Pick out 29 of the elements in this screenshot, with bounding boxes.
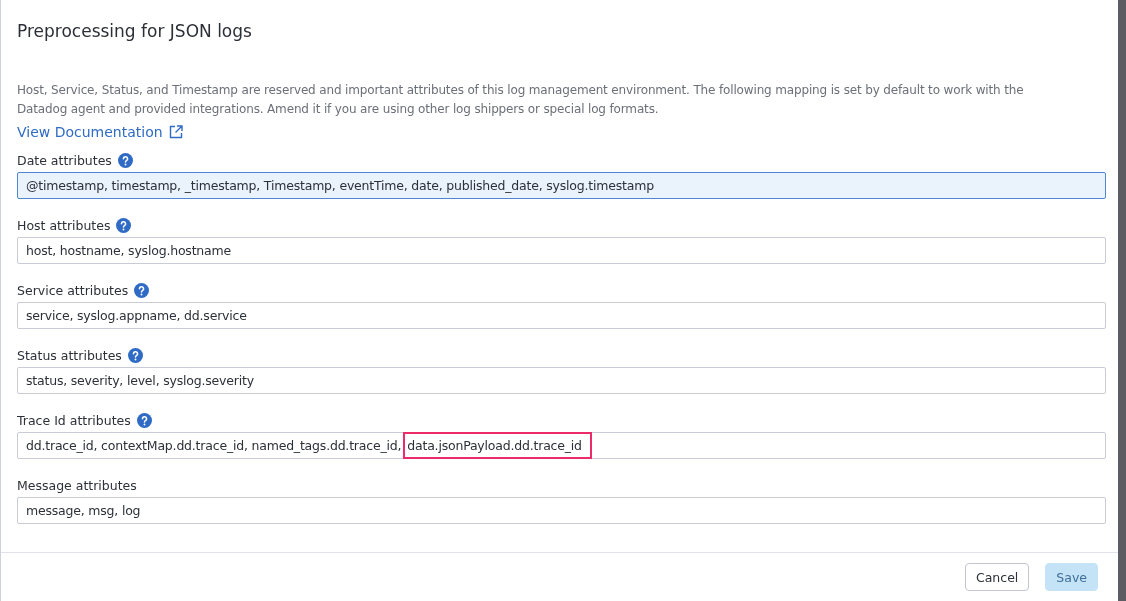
input-field[interactable]: service, syslog.appname, dd.service <box>17 302 1106 329</box>
input-field[interactable]: dd.trace_id, contextMap.dd.trace_id, named_tags.dd.trace_id, data.jsonPayload.dd.trace_id <box>17 432 1106 459</box>
field-value: @timestamp, timestamp, _timestamp, Timestamp, eventTime, date, published_date, syslog.timestamp <box>26 178 654 193</box>
field-label: Status attributes <box>17 347 122 363</box>
field-label: Host attributes <box>17 217 111 233</box>
help-icon[interactable] <box>134 282 150 298</box>
help-icon[interactable] <box>117 152 133 168</box>
field-label: Trace Id attributes <box>17 412 131 428</box>
highlight-annotation: data.jsonPayload.dd.trace_id <box>403 432 592 459</box>
field-label: Date attributes <box>17 152 112 168</box>
cancel-button[interactable]: Cancel <box>964 563 1030 591</box>
input-field[interactable]: message, msg, log <box>17 497 1106 524</box>
field-value: message, msg, log <box>26 503 141 518</box>
help-icon[interactable] <box>136 412 152 428</box>
dialog-title: Preprocessing for JSON logs <box>17 21 253 43</box>
field-value: status, severity, level, syslog.severity <box>26 373 254 388</box>
external-link-icon <box>168 125 183 139</box>
field-value: host, hostname, syslog.hostname <box>26 243 231 258</box>
description-text: Host, Service, Status, and Timestamp are reserved and important attributes of this log management environment. The following mapping is set by default to work with the Datadog agent and provided integrations. Amend it if you are using other log shippers or special log formats. <box>17 82 1025 118</box>
documentation-link[interactable]: View Documentation <box>17 122 183 142</box>
field-value: dd.trace_id, contextMap.dd.trace_id, named_tags.dd.trace_id, <box>26 438 402 453</box>
field-label: Service attributes <box>17 282 129 298</box>
help-icon[interactable] <box>127 347 143 363</box>
field-label: Message attributes <box>17 477 137 493</box>
field-value: service, syslog.appname, dd.service <box>26 308 247 323</box>
input-field[interactable]: host, hostname, syslog.hostname <box>17 237 1106 264</box>
input-field[interactable]: status, severity, level, syslog.severity <box>17 367 1106 394</box>
help-icon[interactable] <box>116 217 132 233</box>
input-field[interactable]: @timestamp, timestamp, _timestamp, Timestamp, eventTime, date, published_date, syslog.timestamp <box>17 172 1106 199</box>
